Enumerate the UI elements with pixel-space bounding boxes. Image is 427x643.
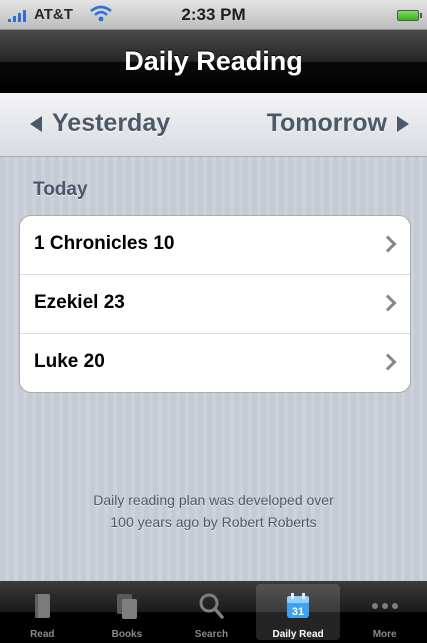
- tab-search[interactable]: Search: [169, 581, 254, 643]
- tomorrow-label: Tomorrow: [266, 109, 387, 137]
- chevron-right-icon: [379, 235, 397, 253]
- yesterday-button[interactable]: Yesterday: [30, 109, 170, 138]
- reading-item-label: Luke 20: [34, 351, 105, 372]
- tab-label: More: [372, 629, 397, 640]
- tab-daily-read[interactable]: 31 Daily Read: [255, 584, 341, 640]
- chevron-right-icon: [379, 294, 397, 312]
- tomorrow-button[interactable]: Tomorrow: [267, 109, 409, 138]
- tab-books[interactable]: Books: [85, 581, 170, 643]
- left-arrow-icon: [30, 115, 42, 132]
- footer-note: Daily reading plan was developed over 10…: [0, 489, 427, 533]
- reading-list: 1 Chronicles 10 Ezekiel 23 Luke 20: [19, 215, 411, 393]
- tab-label: Daily Read: [272, 629, 324, 640]
- books-icon: [116, 594, 137, 619]
- status-time: 2:33 PM: [181, 5, 246, 24]
- tab-label: Search: [194, 629, 229, 640]
- chevron-right-icon: [379, 353, 397, 371]
- reading-item-label: Ezekiel 23: [34, 292, 125, 313]
- calendar-icon: 31: [287, 593, 310, 618]
- tab-label: Books: [111, 629, 143, 640]
- footer-note-line2: 100 years ago by Robert Roberts: [110, 514, 317, 530]
- reading-item[interactable]: Ezekiel 23: [20, 275, 410, 334]
- right-arrow-icon: [397, 115, 409, 132]
- more-dots-icon: [371, 603, 398, 609]
- navigation-bar: Daily Reading: [0, 30, 427, 93]
- status-bar: AT&T 2:33 PM: [0, 0, 427, 30]
- tab-more[interactable]: More: [342, 581, 427, 643]
- magnifier-icon: [199, 593, 225, 619]
- reading-item[interactable]: 1 Chronicles 10: [20, 216, 410, 275]
- calendar-day-number: 31: [292, 606, 304, 618]
- day-navigation: Yesterday Tomorrow: [0, 93, 427, 157]
- yesterday-label: Yesterday: [52, 109, 171, 137]
- section-header-today: Today: [33, 179, 88, 200]
- footer-note-line1: Daily reading plan was developed over: [93, 492, 334, 508]
- tab-bar: Read Books Search 31 Daily Read More: [0, 581, 427, 643]
- tab-label: Read: [30, 629, 55, 640]
- reading-item-label: 1 Chronicles 10: [34, 233, 175, 254]
- tab-read[interactable]: Read: [0, 581, 85, 643]
- battery-icon: [397, 10, 422, 21]
- book-icon: [35, 594, 51, 618]
- content-area: Today 1 Chronicles 10 Ezekiel 23 Luke 20…: [0, 157, 427, 581]
- reading-item[interactable]: Luke 20: [20, 334, 410, 392]
- page-title: Daily Reading: [124, 46, 303, 76]
